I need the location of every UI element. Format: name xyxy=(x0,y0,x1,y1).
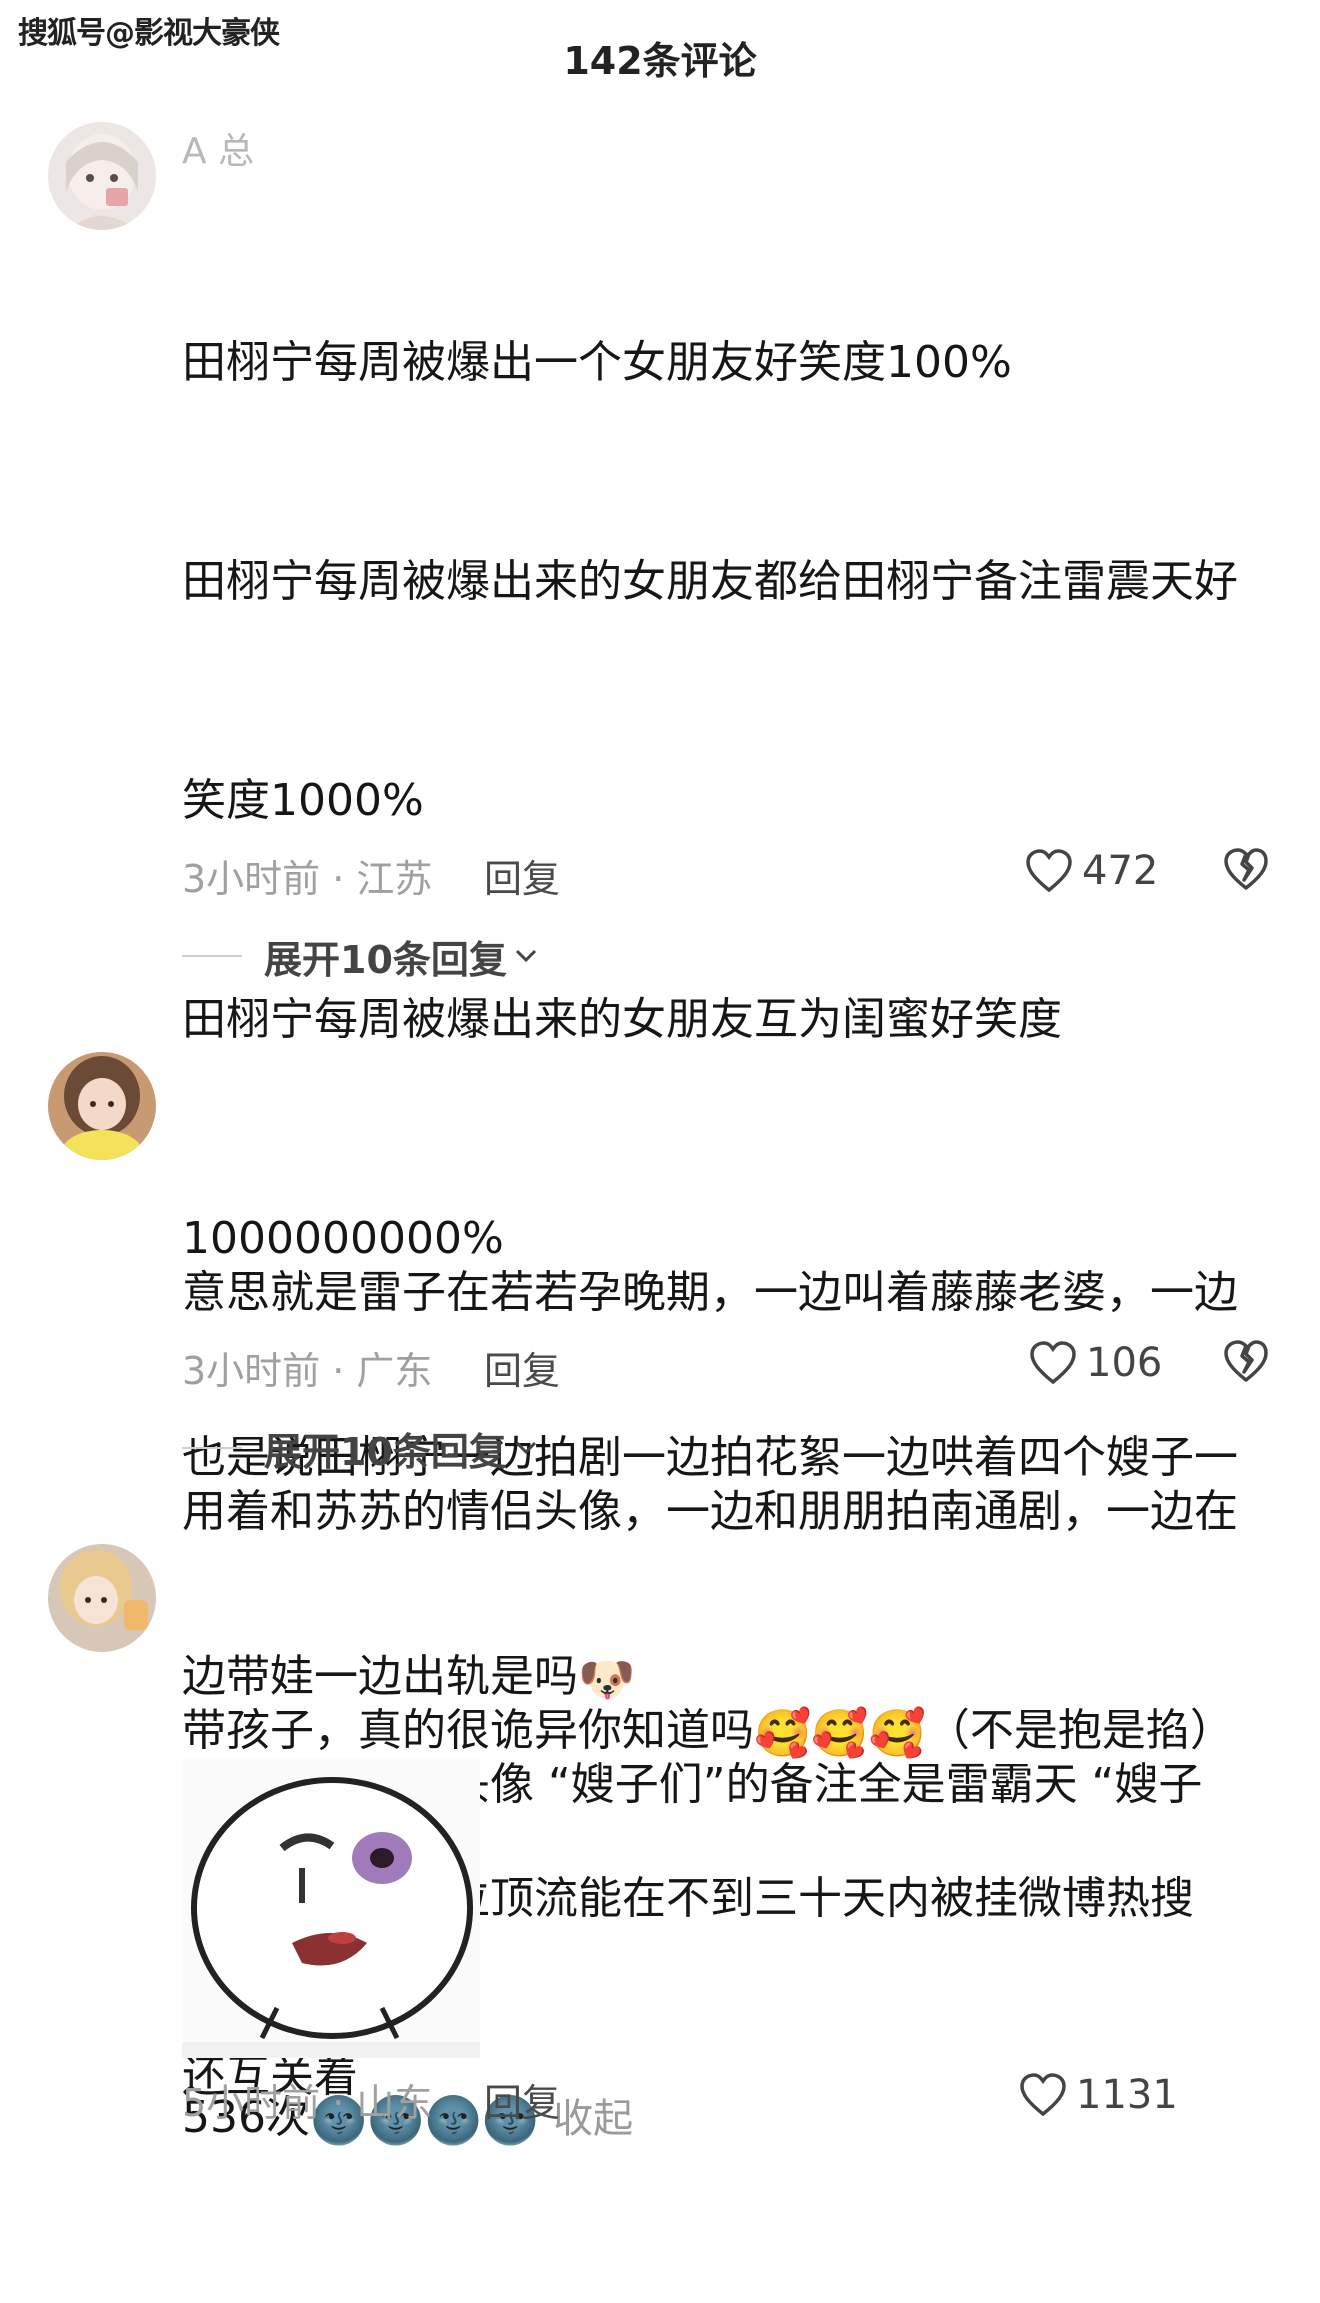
comment-meta: 3小时前 · 广东 回复 106 xyxy=(182,1340,1282,1400)
like-button[interactable]: 1131 xyxy=(1018,2072,1178,2118)
reply-button[interactable]: 回复 xyxy=(484,1340,560,1395)
like-count: 472 xyxy=(1082,848,1159,894)
reply-button[interactable]: 回复 xyxy=(484,2072,560,2127)
like-count: 106 xyxy=(1086,1340,1163,1386)
like-button[interactable]: 106 xyxy=(1028,1340,1162,1386)
comment-meta: 3小时前 · 江苏 回复 472 xyxy=(182,848,1282,908)
dislike-icon[interactable] xyxy=(1222,1338,1270,1386)
avatar[interactable] xyxy=(48,122,156,230)
heart-icon xyxy=(1020,2073,1066,2117)
reply-button[interactable]: 回复 xyxy=(484,848,560,903)
chevron-down-icon xyxy=(515,949,536,963)
expand-replies-label[interactable]: 展开10条回复 xyxy=(264,1421,507,1476)
expand-replies[interactable]: 展开10条回复 xyxy=(182,1418,537,1478)
meme-sticker-image[interactable] xyxy=(182,1758,480,2058)
like-button[interactable]: 472 xyxy=(1024,848,1158,894)
expand-replies[interactable]: 展开10条回复 xyxy=(182,926,537,986)
time-location: 3小时前 · 江苏 xyxy=(182,857,433,901)
time-location: 3小时前 · 广东 xyxy=(182,1349,433,1393)
divider xyxy=(182,1447,242,1449)
avatar[interactable] xyxy=(48,1052,156,1160)
avatar[interactable] xyxy=(48,1544,156,1652)
heart-icon xyxy=(1026,849,1072,893)
dislike-icon[interactable] xyxy=(1222,846,1270,894)
time-location: 5小时前 · 山东 xyxy=(182,2081,433,2125)
heart-icon xyxy=(1030,1341,1076,1385)
comment-meta: 5小时前 · 山东 回复 1131 xyxy=(182,2072,1282,2132)
comments-count-title: 142条评论 xyxy=(563,39,757,83)
chevron-down-icon xyxy=(515,1441,536,1455)
username[interactable]: A 总 xyxy=(182,122,254,174)
divider xyxy=(182,955,242,957)
like-count: 1131 xyxy=(1076,2072,1178,2118)
expand-replies-label[interactable]: 展开10条回复 xyxy=(264,929,507,984)
